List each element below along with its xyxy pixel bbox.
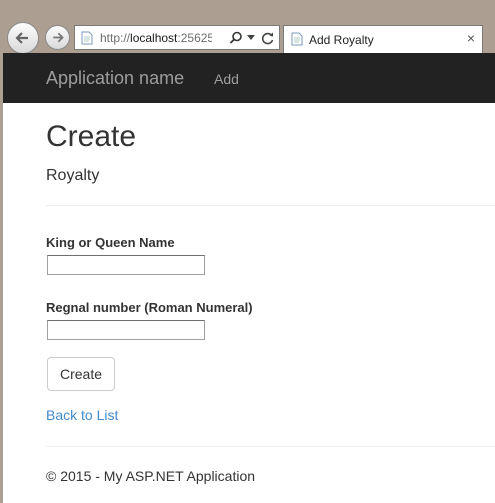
navbar: Application name Add <box>3 53 495 103</box>
back-to-list-link[interactable]: Back to List <box>46 407 118 423</box>
forward-button[interactable] <box>45 25 70 50</box>
brand-link[interactable]: Application name <box>46 68 184 89</box>
page-icon <box>81 31 93 45</box>
arrow-left-icon <box>15 32 28 44</box>
tab-strip-edge <box>483 25 495 53</box>
nav-link-add[interactable]: Add <box>214 71 239 87</box>
page-icon <box>291 32 303 46</box>
name-input[interactable] <box>47 255 205 275</box>
arrow-right-icon <box>53 32 64 43</box>
back-button[interactable] <box>7 22 39 54</box>
footer-divider <box>46 446 495 447</box>
browser-chrome: http://localhost:25625/ Add Royalty × <box>0 0 495 54</box>
web-page: Application name Add Create Royalty King… <box>3 53 495 503</box>
name-label: King or Queen Name <box>46 235 175 250</box>
page-title: Create <box>46 120 137 153</box>
close-icon[interactable]: × <box>467 30 475 46</box>
browser-tab[interactable]: Add Royalty × <box>283 25 483 53</box>
regnal-number-label: Regnal number (Roman Numeral) <box>46 300 253 315</box>
regnal-number-input[interactable] <box>47 320 205 340</box>
address-bar[interactable]: http://localhost:25625/ <box>74 25 280 50</box>
footer-text: © 2015 - My ASP.NET Application <box>46 468 256 484</box>
url-text: http://localhost:25625/ <box>100 31 212 45</box>
chevron-down-icon[interactable] <box>247 35 255 41</box>
refresh-icon[interactable] <box>261 31 275 45</box>
tab-title: Add Royalty <box>309 33 374 47</box>
divider <box>46 205 495 206</box>
create-button[interactable]: Create <box>47 357 115 391</box>
search-icon[interactable] <box>229 31 243 45</box>
page-subtitle: Royalty <box>46 167 100 184</box>
